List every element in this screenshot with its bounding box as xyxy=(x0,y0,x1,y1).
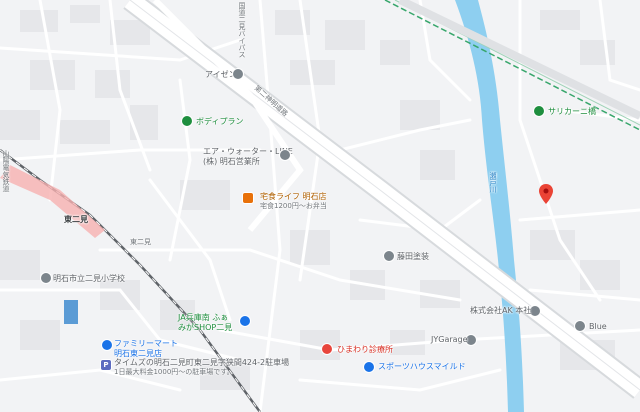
himawari-label: ひまわり診療所 xyxy=(337,345,393,354)
station-label: 東二見 xyxy=(64,215,88,224)
route-label: 国道二見バイパス xyxy=(238,2,246,58)
ja-sub-label: みがSHOP二見 xyxy=(178,323,233,332)
kurata-icon[interactable] xyxy=(384,251,394,261)
convenience-icon[interactable] xyxy=(102,340,112,350)
rail-label: 山陽電気鉄道 xyxy=(2,150,10,192)
family-mart-sub-label: 明石東二見店 xyxy=(114,349,162,358)
office-icon[interactable] xyxy=(280,150,290,160)
higashi-futami-label: 東二見 xyxy=(130,238,151,246)
orange-store-icon[interactable] xyxy=(243,193,253,203)
park-icon[interactable] xyxy=(534,106,544,116)
river xyxy=(455,0,524,412)
school-label: 明石市立二見小学校 xyxy=(53,274,125,283)
ja-label: JA兵庫南 ふぁ xyxy=(178,313,229,322)
map-canvas[interactable]: 国道二見バイパス アイゼン 第二神明道路 ボディプラン エア・ウォーター・LIN… xyxy=(0,0,640,412)
times-parking-sub-label: 1日最大料金1000円〜の駐車場です。 xyxy=(114,368,234,376)
red-location-pin-icon[interactable] xyxy=(539,184,553,204)
river-label: 瀬戸川 xyxy=(489,172,497,193)
sports-label: スポーツハウスマイルド xyxy=(378,362,466,371)
parking-icon[interactable]: P xyxy=(101,360,111,370)
family-mart-label: ファミリーマート xyxy=(114,339,178,348)
garage-label: JYGarage xyxy=(431,335,468,344)
blue-store-icon[interactable] xyxy=(575,321,585,331)
takushoku-sub-label: 宅食1200円〜お弁当 xyxy=(260,202,327,210)
sports-shop-icon[interactable] xyxy=(364,362,374,372)
blue-shop-icon[interactable] xyxy=(240,316,250,326)
kurata-label: 藤田塗装 xyxy=(397,252,429,261)
pool-area xyxy=(64,300,78,324)
gray-pin-icon[interactable] xyxy=(233,69,243,79)
aizen-label: アイゼン xyxy=(205,70,237,79)
botanical-label: ボディプラン xyxy=(196,117,244,126)
company-icon[interactable] xyxy=(530,306,540,316)
takushoku-label: 宅食ライフ 明石店 xyxy=(260,192,327,201)
company-label: 株式会社AK 本社 xyxy=(470,306,532,315)
green-leaf-icon[interactable] xyxy=(182,116,192,126)
blue-label: Blue xyxy=(589,322,607,331)
air-water-sub-label: (株) 明石営業所 xyxy=(203,157,260,166)
sarika-label: サリカーニ橋 xyxy=(548,107,596,116)
red-clinic-icon[interactable] xyxy=(322,344,332,354)
school-icon[interactable] xyxy=(41,273,51,283)
times-parking-label: タイムズの明石二見町東二見字狭間424-2駐車場 xyxy=(114,358,290,367)
